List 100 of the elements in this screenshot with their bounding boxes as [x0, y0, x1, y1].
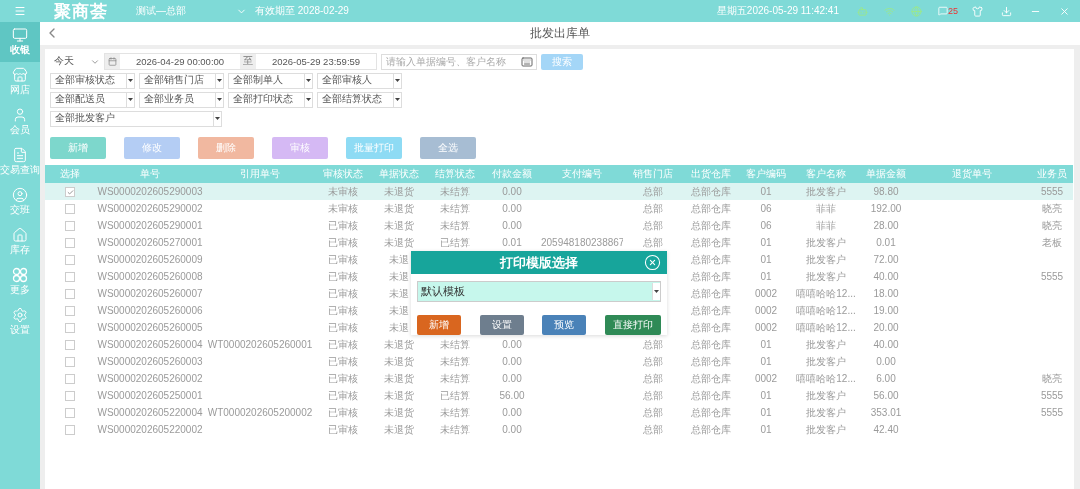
- period-select[interactable]: 今天: [50, 53, 100, 70]
- column-header[interactable]: 审核状态: [315, 165, 371, 183]
- dialog-button[interactable]: 设置: [479, 315, 524, 335]
- table-cell: 已审核: [328, 287, 358, 299]
- column-header[interactable]: 业务员: [1031, 165, 1073, 183]
- row-checkbox[interactable]: [65, 425, 75, 436]
- column-header[interactable]: 结算状态: [427, 165, 483, 183]
- column-header[interactable]: 出货仓库: [683, 165, 739, 183]
- action-button[interactable]: 批量打印: [346, 137, 402, 159]
- sidebar-item[interactable]: 交班: [0, 182, 40, 222]
- sidebar-item[interactable]: 更多: [0, 262, 40, 302]
- dialog-button[interactable]: 新增: [417, 315, 461, 335]
- filter-select[interactable]: 全部销售门店: [139, 72, 224, 89]
- action-button[interactable]: 审核: [272, 137, 328, 159]
- table-cell: WS0000202605290001: [97, 220, 203, 231]
- column-header[interactable]: 单据状态: [371, 165, 427, 183]
- table-cell: 老板: [1042, 236, 1062, 248]
- column-header[interactable]: 销售门店: [623, 165, 683, 183]
- page-title: 批发出库单: [530, 25, 590, 42]
- message-count: 25: [948, 6, 958, 16]
- table-cell: 353.01: [870, 407, 902, 418]
- row-checkbox[interactable]: [65, 204, 75, 215]
- keyboard-icon[interactable]: [521, 55, 533, 68]
- row-checkbox[interactable]: [65, 238, 75, 249]
- table-cell: 已结算: [440, 389, 470, 401]
- action-button[interactable]: 全选: [420, 137, 476, 159]
- column-header[interactable]: 选择: [45, 165, 95, 183]
- table-cell: 未退货: [384, 236, 414, 248]
- table-cell: 已审核: [328, 321, 358, 333]
- row-checkbox[interactable]: [65, 374, 75, 385]
- action-button[interactable]: 删除: [198, 137, 254, 159]
- dialog-button[interactable]: 预览: [542, 315, 587, 335]
- row-checkbox[interactable]: [65, 221, 75, 232]
- globe-icon[interactable]: [911, 5, 922, 17]
- table-cell: 嘻嘻哈哈12...: [796, 372, 856, 384]
- table-cell: 总部仓库: [691, 185, 731, 197]
- filter-select[interactable]: 全部审核状态: [50, 72, 135, 89]
- table-cell: 未退货: [384, 355, 414, 367]
- sidebar-item[interactable]: 设置: [0, 302, 40, 342]
- wifi-icon[interactable]: [884, 5, 895, 17]
- table-cell: 已审核: [328, 355, 358, 367]
- filter-select[interactable]: 全部制单人: [228, 72, 313, 89]
- row-checkbox[interactable]: [65, 306, 75, 317]
- store-name[interactable]: 测试—总部: [136, 4, 186, 18]
- row-checkbox[interactable]: [65, 289, 75, 300]
- filter-select[interactable]: 全部业务员: [139, 91, 224, 108]
- row-checkbox[interactable]: [65, 272, 75, 283]
- row-checkbox[interactable]: [65, 391, 75, 402]
- sidebar-item[interactable]: 网店: [0, 62, 40, 102]
- sidebar-item[interactable]: 库存: [0, 222, 40, 262]
- close-button[interactable]: [644, 254, 661, 271]
- dialog-button[interactable]: 直接打印: [604, 315, 661, 335]
- column-header[interactable]: 付款金额: [483, 165, 541, 183]
- menu-icon[interactable]: [14, 5, 26, 17]
- filter-select[interactable]: 全部打印状态: [228, 91, 313, 108]
- row-checkbox[interactable]: [65, 187, 75, 198]
- table-cell: 批发客户: [806, 406, 846, 418]
- sidebar-item[interactable]: 会员: [0, 102, 40, 142]
- template-select[interactable]: 默认模板: [417, 281, 661, 302]
- table-cell: 0.00: [502, 203, 522, 214]
- sidebar-item[interactable]: 交易查询: [0, 142, 40, 182]
- row-checkbox[interactable]: [65, 408, 75, 419]
- table-cell: 总部仓库: [691, 338, 731, 350]
- column-header[interactable]: 单据金额: [859, 165, 913, 183]
- filter-select[interactable]: 全部审核人: [317, 72, 402, 89]
- download-icon[interactable]: [1001, 5, 1012, 17]
- table-cell: 总部仓库: [691, 202, 731, 214]
- search-field[interactable]: 请输入单据编号、客户名称: [381, 53, 537, 70]
- column-header[interactable]: 支付编号: [541, 165, 623, 183]
- column-header[interactable]: 单号: [95, 165, 205, 183]
- column-header[interactable]: 退货单号: [913, 165, 1031, 183]
- table-cell: 01: [760, 390, 772, 401]
- message-icon[interactable]: [938, 6, 948, 16]
- row-checkbox[interactable]: [65, 357, 75, 368]
- table-cell: 未退: [389, 321, 409, 333]
- row-checkbox[interactable]: [65, 255, 75, 266]
- customer-select[interactable]: 全部批发客户: [50, 110, 222, 127]
- table-cell: 批发客户: [806, 338, 846, 350]
- table-cell: 0.00: [502, 373, 522, 384]
- action-button[interactable]: 修改: [124, 137, 180, 159]
- row-checkbox[interactable]: [65, 323, 75, 334]
- close-icon[interactable]: [1059, 5, 1070, 17]
- table-cell: 未结算: [440, 202, 470, 214]
- filter-select[interactable]: 全部配送员: [50, 91, 135, 108]
- filter-select[interactable]: 全部结算状态: [317, 91, 402, 108]
- sidebar-item[interactable]: 收银: [0, 22, 40, 62]
- table-cell: WS0000202605260008: [97, 271, 203, 282]
- date-range-field[interactable]: 2026-04-29 00:00:00 至 2026-05-29 23:59:59: [104, 53, 377, 70]
- table-cell: 总部仓库: [691, 253, 731, 265]
- column-header[interactable]: 引用单号: [205, 165, 315, 183]
- row-checkbox[interactable]: [65, 340, 75, 351]
- robot-icon[interactable]: [857, 5, 868, 17]
- column-header[interactable]: 客户名称: [793, 165, 859, 183]
- search-button[interactable]: 搜索: [541, 53, 583, 70]
- action-button[interactable]: 新增: [50, 137, 106, 159]
- column-header[interactable]: 客户编码: [739, 165, 793, 183]
- shirt-icon[interactable]: [972, 5, 983, 17]
- table-cell: 未结算: [440, 423, 470, 435]
- table-cell: 已审核: [328, 338, 358, 350]
- table-cell: 20.00: [873, 322, 899, 333]
